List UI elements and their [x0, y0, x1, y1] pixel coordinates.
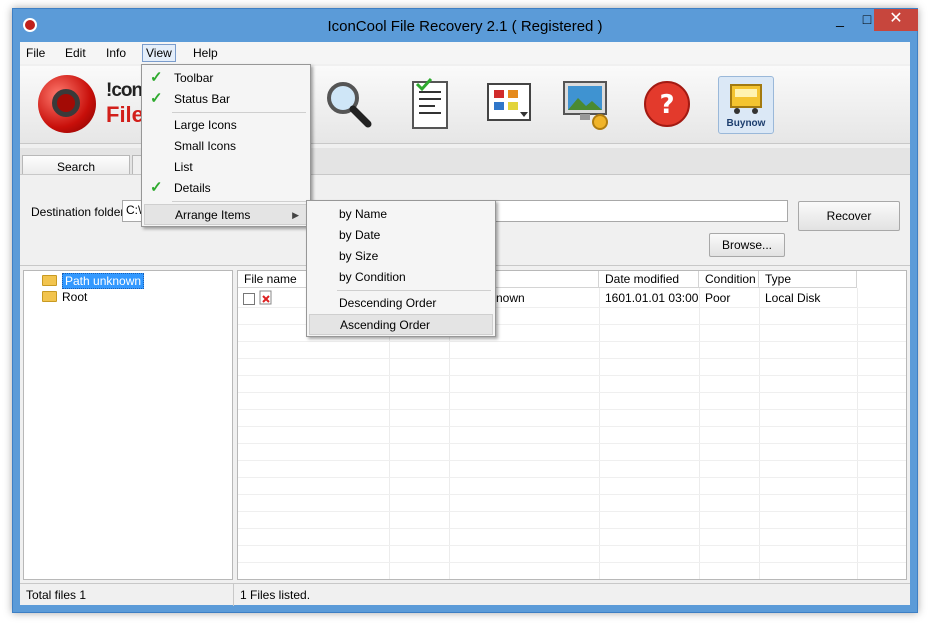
close-button[interactable]: ✕	[874, 9, 918, 31]
folder-icon	[42, 275, 57, 287]
cell-type: Local Disk	[765, 291, 821, 305]
buynow-toolbar-button[interactable]: Buynow	[718, 76, 774, 134]
cell-condition: Poor	[705, 291, 731, 305]
report-toolbar-button[interactable]	[403, 76, 459, 134]
window-title: IconCool File Recovery 2.1 ( Registered …	[327, 18, 603, 35]
logo-text-bottom: File	[106, 102, 144, 127]
status-total-files: Total files 1	[20, 584, 234, 606]
status-files-listed: 1 Files listed.	[240, 588, 311, 602]
settings-toolbar-button[interactable]	[560, 76, 616, 134]
title-bar: IconCool File Recovery 2.1 ( Registered …	[13, 9, 918, 41]
menu-item-details[interactable]: ✓ Details	[144, 178, 308, 199]
menu-item-large-icons[interactable]: Large Icons	[144, 115, 308, 136]
menu-item-list[interactable]: List	[144, 157, 308, 178]
recover-button[interactable]: Recover	[798, 201, 900, 231]
menu-item-by-condition[interactable]: by Condition	[309, 267, 493, 288]
menu-file[interactable]: File	[26, 46, 45, 60]
menu-item-arrange-items[interactable]: Arrange Items ▶	[144, 204, 308, 225]
submenu-arrow-icon: ▶	[292, 210, 299, 220]
menu-view[interactable]: View	[142, 44, 176, 62]
menu-bar: File Edit Info View Help	[20, 42, 910, 64]
svg-text:?: ?	[659, 90, 674, 120]
menu-item-by-date[interactable]: by Date	[309, 225, 493, 246]
minimize-button[interactable]: _	[826, 9, 854, 31]
menu-item-ascending-order[interactable]: Ascending Order	[309, 314, 493, 335]
help-toolbar-button[interactable]: ?	[640, 76, 696, 134]
column-header-condition[interactable]: Condition	[699, 271, 759, 288]
document-icon	[412, 77, 448, 129]
menu-item-toolbar[interactable]: ✓ Toolbar	[144, 68, 308, 89]
monitor-settings-icon	[563, 81, 608, 130]
menu-item-by-name[interactable]: by Name	[309, 204, 493, 225]
folder-icon	[42, 291, 57, 303]
column-header-type[interactable]: Type	[759, 271, 857, 288]
search-toolbar-button[interactable]	[320, 76, 376, 134]
check-icon: ✓	[150, 69, 163, 86]
menu-item-small-icons[interactable]: Small Icons	[144, 136, 308, 157]
menu-help[interactable]: Help	[193, 46, 218, 60]
check-icon: ✓	[150, 90, 163, 107]
status-bar: Total files 1 1 Files listed.	[20, 583, 910, 606]
destination-label: Destination folder:	[31, 205, 128, 219]
help-icon: ?	[644, 81, 690, 127]
tree-item-path-unknown[interactable]: Path unknown	[42, 273, 145, 289]
view-menu: ✓ Toolbar ✓ Status Bar Large Icons Small I…	[141, 64, 311, 227]
cart-icon	[730, 84, 762, 114]
folder-tree[interactable]: Path unknown Root	[23, 270, 233, 580]
deleted-file-icon	[259, 290, 273, 309]
check-icon: ✓	[150, 179, 163, 196]
view-options-icon	[487, 83, 531, 121]
menu-item-descending-order[interactable]: Descending Order	[309, 293, 493, 314]
tree-item-root[interactable]: Root	[42, 290, 87, 305]
buynow-label: Buynow	[726, 118, 766, 129]
menu-info[interactable]: Info	[106, 46, 126, 60]
arrange-submenu: by Name by Date by Size by Condition Des…	[306, 200, 496, 337]
menu-item-by-size[interactable]: by Size	[309, 246, 493, 267]
browse-button[interactable]: Browse...	[709, 233, 785, 257]
menu-item-status-bar[interactable]: ✓ Status Bar	[144, 89, 308, 110]
cell-date-modified: 1601.01.01 03:00	[605, 291, 699, 305]
menu-edit[interactable]: Edit	[65, 46, 86, 60]
logo-icon	[38, 75, 96, 133]
magnifier-icon	[327, 82, 372, 128]
row-checkbox[interactable]	[243, 291, 255, 305]
cell-path: nown	[496, 291, 525, 305]
view-toolbar-button[interactable]	[482, 76, 538, 134]
column-header-date-modified[interactable]: Date modified	[599, 271, 699, 288]
